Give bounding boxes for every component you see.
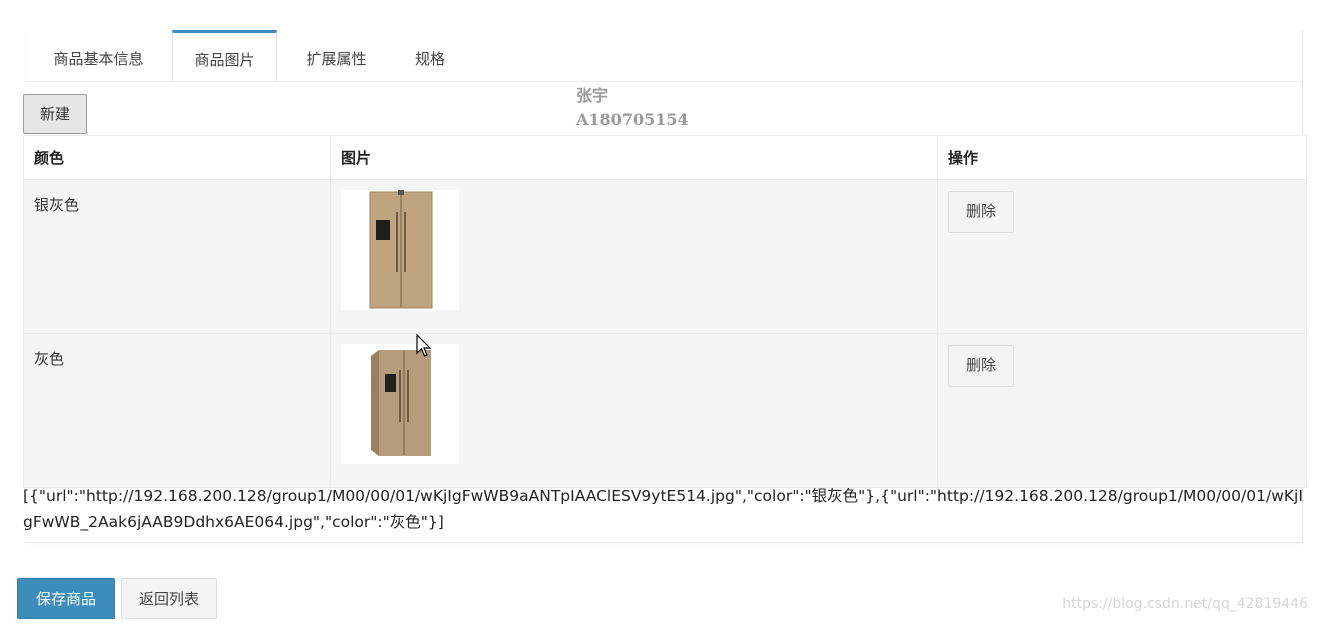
user-watermark: 张宇 A180705154 bbox=[576, 84, 689, 132]
delete-button[interactable]: 删除 bbox=[948, 191, 1014, 233]
back-to-list-button[interactable]: 返回列表 bbox=[121, 578, 217, 619]
tab-product-images[interactable]: 商品图片 bbox=[172, 30, 277, 81]
tab-bar: 商品基本信息 商品图片 扩展属性 规格 bbox=[26, 30, 1302, 82]
watermark-name: 张宇 bbox=[576, 86, 609, 105]
tab-extended-attributes[interactable]: 扩展属性 bbox=[284, 30, 389, 81]
row-action-cell: 删除 bbox=[937, 333, 1307, 488]
delete-button[interactable]: 删除 bbox=[948, 345, 1014, 387]
row-color: 灰色 bbox=[23, 333, 331, 488]
table-row: 银灰色 删除 bbox=[23, 179, 1307, 334]
column-header-action: 操作 bbox=[937, 135, 1307, 180]
tab-basic-info[interactable]: 商品基本信息 bbox=[26, 30, 171, 81]
column-header-color: 颜色 bbox=[23, 135, 331, 180]
new-button[interactable]: 新建 bbox=[23, 94, 87, 134]
row-color: 银灰色 bbox=[23, 179, 331, 334]
watermark-id: A180705154 bbox=[576, 110, 689, 129]
tab-specifications[interactable]: 规格 bbox=[396, 30, 464, 81]
mouse-pointer-icon bbox=[416, 333, 432, 362]
images-json-output: [{"url":"http://192.168.200.128/group1/M… bbox=[23, 487, 1303, 531]
table-header-row: 颜色 图片 操作 bbox=[23, 135, 1307, 180]
table-row: 灰色 删除 bbox=[23, 333, 1307, 488]
row-action-cell: 删除 bbox=[937, 179, 1307, 334]
image-table: 颜色 图片 操作 银灰色 删除 灰色 删除 bbox=[23, 135, 1307, 488]
refrigerator-image bbox=[341, 344, 459, 464]
column-header-image: 图片 bbox=[330, 135, 938, 180]
refrigerator-image bbox=[341, 190, 459, 310]
save-product-button[interactable]: 保存商品 bbox=[17, 578, 115, 619]
row-image-cell bbox=[330, 179, 938, 334]
csdn-watermark: https://blog.csdn.net/qq_42819446 bbox=[1062, 596, 1308, 612]
